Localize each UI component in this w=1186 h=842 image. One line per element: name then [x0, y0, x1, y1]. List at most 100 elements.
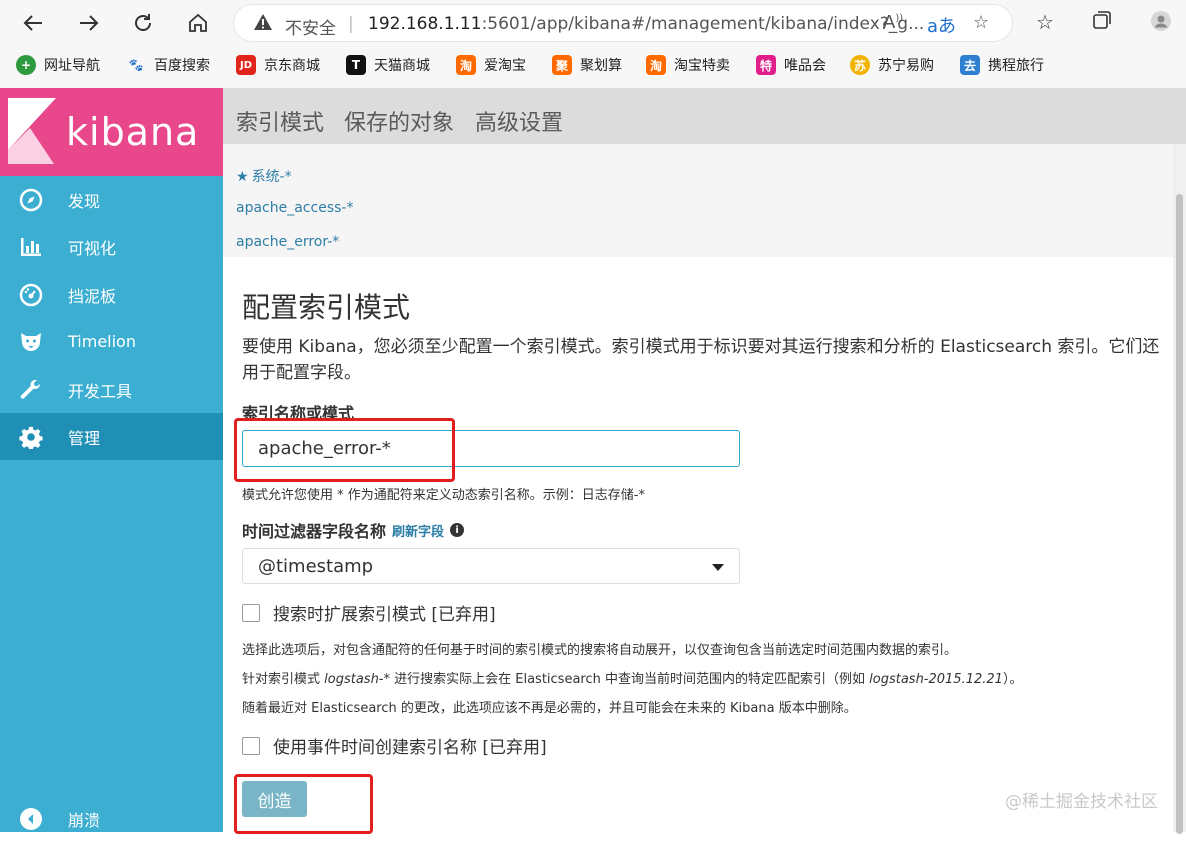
- bookmark-item[interactable]: 苏苏宁易购: [850, 55, 934, 75]
- bookmark-icon: JD: [236, 55, 256, 75]
- tab-saved-objects[interactable]: 保存的对象: [344, 105, 454, 137]
- note2-part-c: 进行搜索实际上会在 Elasticsearch 中查询当前时间范围内的特定匹配索…: [390, 672, 870, 687]
- watermark: @稀土掘金技术社区: [1005, 792, 1158, 812]
- reload-icon[interactable]: [128, 8, 158, 38]
- address-bar[interactable]: 不安全 | 192.168.1.11:5601/app/kibana#/mana…: [233, 4, 1013, 42]
- sidebar-item-dev-tools[interactable]: 开发工具: [0, 366, 223, 413]
- tab-advanced-settings[interactable]: 高级设置: [475, 105, 563, 137]
- sidebar-item-visualize[interactable]: 可视化: [0, 223, 223, 270]
- bar-chart-icon: [18, 235, 44, 259]
- browser-toolbar: 不安全 | 192.168.1.11:5601/app/kibana#/mana…: [0, 0, 1186, 46]
- security-label[interactable]: 不安全: [285, 14, 336, 39]
- time-field-label-row: 时间过滤器字段名称 刷新字段 i: [242, 518, 465, 542]
- bookmark-item[interactable]: JD 京东商城: [236, 55, 320, 75]
- info-icon[interactable]: i: [450, 523, 465, 537]
- bookmark-label: 百度搜索: [154, 58, 210, 74]
- translate-icon[interactable]: aあ: [927, 12, 956, 38]
- sidebar-collapse-label: 崩溃: [68, 810, 101, 830]
- url-text[interactable]: 192.168.1.11:5601/app/kibana#/management…: [368, 14, 924, 34]
- url-path: :5601/app/kibana#/management/kibana/inde…: [481, 14, 925, 34]
- compass-icon: [18, 188, 44, 212]
- sidebar-collapse-button[interactable]: 崩溃: [0, 795, 223, 842]
- star-icon: ★: [236, 169, 249, 185]
- time-field-select[interactable]: @timestamp: [242, 548, 740, 584]
- add-favorite-icon[interactable]: ☆: [973, 12, 989, 33]
- sidebar-item-label: 管理: [68, 428, 101, 448]
- sidebar-item-label: 发现: [68, 191, 101, 211]
- index-pattern-help: 模式允许您使用 * 作为通配符来定义动态索引名称。示例：日志存储-*: [242, 488, 645, 503]
- bookmark-icon: 🐾: [128, 58, 144, 72]
- refresh-fields-link[interactable]: 刷新字段: [392, 521, 444, 540]
- bookmark-icon: 去: [960, 55, 980, 75]
- dashboard-icon: [18, 283, 44, 307]
- expand-pattern-label: 搜索时扩展索引模式 [已弃用]: [273, 605, 496, 625]
- bookmark-label: 天猫商城: [374, 58, 430, 74]
- bookmark-label: 爱淘宝: [484, 58, 526, 74]
- bookmark-label: 唯品会: [784, 58, 826, 74]
- forward-arrow-icon[interactable]: [74, 8, 104, 38]
- tab-index-patterns[interactable]: 索引模式: [236, 105, 324, 137]
- bookmark-icon: T: [346, 55, 366, 75]
- sidebar-item-discover[interactable]: 发现: [0, 176, 223, 223]
- annotation-highlight-button: [234, 774, 373, 834]
- kibana-logo-icon: [8, 98, 56, 164]
- main-content: 索引模式 保存的对象 高级设置 ★ 系统-* apache_access-* ap…: [223, 88, 1186, 834]
- expand-note-2: 针对索引模式 logstash-* 进行搜索实际上会在 Elasticsearc…: [242, 668, 1022, 687]
- sidebar-item-label: 开发工具: [68, 381, 133, 401]
- page-description: 要使用 Kibana，您必须至少配置一个索引模式。索引模式用于标识要对其运行搜索…: [242, 337, 1160, 383]
- bookmark-item[interactable]: 聚聚划算: [552, 55, 622, 75]
- pattern-link-label: 系统-*: [251, 169, 292, 185]
- bookmark-item[interactable]: 🐾 百度搜索: [126, 55, 210, 75]
- collections-icon[interactable]: [1092, 10, 1112, 35]
- warning-icon: [253, 13, 273, 36]
- bookmark-icon: 特: [756, 55, 776, 75]
- event-time-label: 使用事件时间创建索引名称 [已弃用]: [273, 738, 547, 758]
- event-time-checkbox[interactable]: [242, 736, 260, 755]
- bookmark-icon: +: [16, 55, 36, 75]
- timelion-icon: [18, 331, 44, 353]
- bookmark-item[interactable]: 淘淘宝特卖: [646, 55, 730, 75]
- time-field-value: @timestamp: [258, 555, 374, 577]
- pattern-link-default[interactable]: ★ 系统-*: [236, 166, 292, 186]
- favorites-icon[interactable]: ☆: [1036, 10, 1054, 34]
- kibana-brand[interactable]: kibana: [0, 88, 223, 176]
- expand-pattern-checkbox[interactable]: [242, 603, 260, 622]
- note2-part-e: ）。: [1002, 672, 1023, 687]
- management-tabs: 索引模式 保存的对象 高级设置: [223, 88, 1186, 144]
- bookmark-item[interactable]: 特唯品会: [756, 55, 826, 75]
- bookmark-item[interactable]: 淘爱淘宝: [456, 55, 526, 75]
- home-icon[interactable]: [183, 8, 213, 38]
- sidebar-item-label: 可视化: [68, 238, 117, 258]
- bookmarks-bar: + 网址导航 🐾 百度搜索 JD 京东商城 T 天猫商城 淘爱淘宝 聚聚划算 淘淘宝特卖…: [0, 46, 1186, 89]
- gear-icon: [18, 425, 44, 449]
- back-arrow-icon[interactable]: [18, 8, 48, 38]
- pattern-link[interactable]: apache_error-*: [236, 234, 339, 250]
- scrollbar-thumb[interactable]: [1176, 194, 1183, 834]
- profile-icon[interactable]: [1150, 10, 1172, 37]
- pattern-link[interactable]: apache_access-*: [236, 200, 353, 216]
- kibana-sidebar: kibana 发现 可视化 挡泥板 Timelion 开发工具 管理 崩溃: [0, 88, 223, 832]
- event-time-checkbox-row[interactable]: 使用事件时间创建索引名称 [已弃用]: [242, 733, 547, 758]
- bookmark-icon: 淘: [646, 55, 666, 75]
- url-separator: |: [348, 14, 354, 34]
- sidebar-item-timelion[interactable]: Timelion: [0, 318, 223, 365]
- collapse-arrow-icon: [18, 807, 44, 831]
- bookmark-item[interactable]: + 网址导航: [16, 55, 100, 75]
- scrollbar[interactable]: [1173, 144, 1186, 834]
- bookmark-item[interactable]: 去携程旅行: [960, 55, 1044, 75]
- annotation-highlight-input: [234, 418, 455, 482]
- bookmark-icon: 淘: [456, 55, 476, 75]
- sidebar-item-management[interactable]: 管理: [0, 413, 223, 460]
- note2-example: logstash-2015.12.21: [869, 672, 1003, 687]
- bookmark-item[interactable]: T 天猫商城: [346, 55, 430, 75]
- sidebar-item-label: Timelion: [68, 332, 136, 351]
- sidebar-item-dashboard[interactable]: 挡泥板: [0, 271, 223, 318]
- bookmark-label: 网址导航: [44, 58, 100, 74]
- chevron-down-icon: [712, 556, 724, 577]
- expand-pattern-checkbox-row[interactable]: 搜索时扩展索引模式 [已弃用]: [242, 600, 496, 625]
- bookmark-icon: 聚: [552, 55, 572, 75]
- bookmark-icon: 苏: [850, 55, 870, 75]
- read-aloud-icon[interactable]: A)): [883, 12, 903, 33]
- wrench-icon: [18, 378, 44, 402]
- brand-name: kibana: [66, 110, 200, 154]
